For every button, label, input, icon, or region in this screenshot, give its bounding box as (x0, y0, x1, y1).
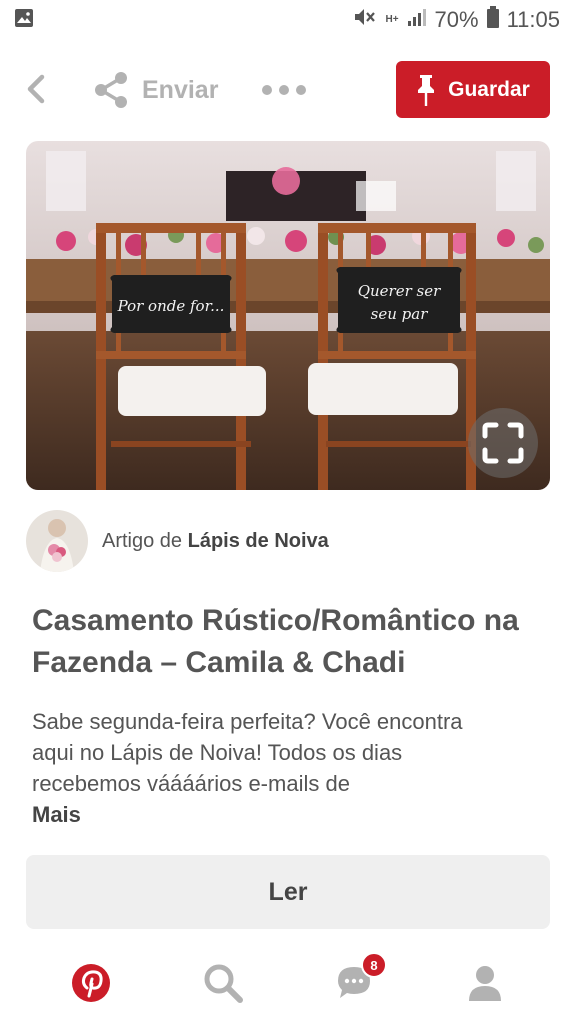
messages-badge: 8 (361, 952, 387, 978)
sign-right-text-line1: Querer ser (358, 282, 441, 300)
share-label: Enviar (142, 75, 219, 104)
network-type-label: H+ (385, 14, 399, 25)
more-options-button[interactable] (262, 75, 306, 105)
status-indicators: H+ 70% 11:05 (353, 6, 560, 34)
pinterest-logo-icon (72, 964, 110, 1002)
gallery-icon (14, 8, 34, 33)
author-attribution: Artigo de Lápis de Noiva (102, 530, 329, 553)
sign-right-text-line2: seu par (371, 305, 429, 323)
article-description-block: Sabe segunda-feira perfeita? Você encont… (32, 706, 472, 830)
share-button[interactable]: Enviar (92, 67, 218, 113)
nav-search[interactable] (198, 958, 248, 1008)
article-title: Casamento Rústico/Romântico na Fazenda –… (32, 604, 519, 679)
fullscreen-icon (482, 422, 524, 464)
avatar[interactable] (26, 510, 88, 572)
dot-icon (262, 85, 272, 95)
nav-messages[interactable]: 8 (329, 952, 387, 1008)
article-description: Sabe segunda-feira perfeita? Você encont… (32, 709, 463, 796)
more-link[interactable]: Mais (32, 799, 472, 830)
author-row: Artigo de Lápis de Noiva (26, 510, 329, 572)
bottom-navigation: 8 (0, 950, 576, 1020)
clock-label: 11:05 (506, 7, 560, 32)
read-button[interactable]: Ler (26, 855, 550, 929)
pin-image[interactable]: Por onde for... Querer ser seu par (26, 141, 550, 490)
search-icon (204, 964, 243, 1003)
chevron-left-icon (27, 74, 45, 104)
mute-icon (353, 6, 377, 34)
signal-icon (407, 7, 427, 33)
share-icon (95, 72, 127, 108)
dot-icon (279, 85, 289, 95)
read-label: Ler (268, 877, 308, 906)
status-bar: H+ 70% 11:05 (0, 0, 576, 40)
pushpin-icon (418, 74, 435, 106)
author-prefix: Artigo de (102, 529, 183, 552)
battery-label: 70% (434, 7, 479, 32)
sign-left-text: Por onde for... (117, 297, 225, 315)
profile-icon (469, 966, 501, 1001)
nav-home[interactable] (66, 958, 116, 1008)
author-name-link[interactable]: Lápis de Noiva (188, 530, 329, 552)
save-button[interactable]: Guardar (396, 61, 550, 118)
nav-profile[interactable] (460, 958, 510, 1008)
pin-toolbar: Enviar Guardar (0, 55, 576, 125)
battery-icon (486, 6, 499, 34)
save-label: Guardar (448, 77, 530, 101)
dot-icon (296, 85, 306, 95)
back-button[interactable] (18, 69, 58, 109)
expand-image-button[interactable] (468, 408, 538, 478)
